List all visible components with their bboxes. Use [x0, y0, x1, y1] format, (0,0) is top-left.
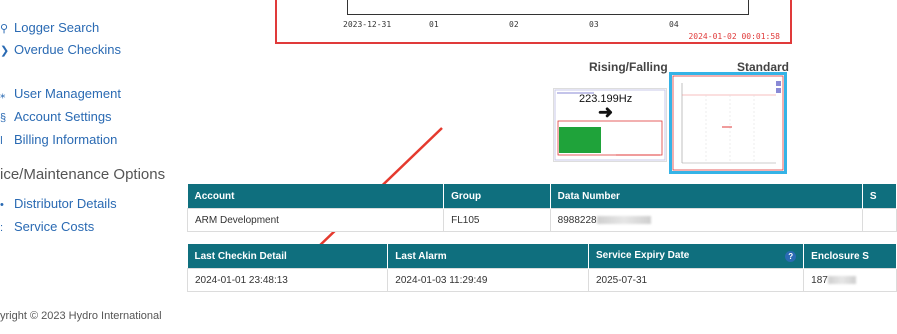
rising-falling-title: Rising/Falling — [589, 60, 668, 74]
account-table: Account Group Data Number S ARM Developm… — [186, 184, 897, 232]
sidebar-item-service-costs[interactable]: : Service Costs — [0, 219, 94, 234]
standard-preview — [672, 75, 784, 171]
sidebar-item-label: Service Costs — [14, 219, 95, 234]
search-icon: ⚲ — [0, 23, 9, 35]
data-number-value: 8988228 — [557, 214, 597, 226]
sidebar-item-overdue-checkins[interactable]: ❯ Overdue Checkins — [0, 42, 121, 57]
col-last-alarm[interactable]: Last Alarm — [387, 244, 589, 269]
tick-label: 04 — [669, 20, 679, 29]
tick-label: 01 — [429, 20, 439, 29]
distributor-icon: • — [0, 199, 4, 211]
tick-label: 02 — [509, 20, 519, 29]
sidebar-item-user-management[interactable]: ⁎ User Management — [0, 86, 121, 101]
col-account[interactable]: Account — [187, 184, 445, 209]
cell-extra — [861, 208, 897, 232]
sidebar-item-label: Account Settings — [14, 109, 112, 124]
table-header-row: Account Group Data Number S — [187, 184, 897, 209]
sidebar-item-logger-search[interactable]: ⚲ Logger Search — [0, 20, 99, 35]
service-expiry-label: Service Expiry Date — [595, 250, 690, 261]
cell-service-expiry: 2025-07-31 — [587, 268, 805, 292]
sidebar-item-label: Logger Search — [14, 20, 100, 35]
clock-icon: ❯ — [0, 45, 10, 57]
sidebar-item-label: Overdue Checkins — [14, 42, 121, 57]
table-row: ARM Development FL105 8988228 — [186, 208, 897, 232]
col-extra[interactable]: S — [862, 184, 897, 209]
billing-icon: ǀ — [0, 135, 3, 147]
sidebar-item-billing-information[interactable]: ǀ Billing Information — [0, 132, 117, 147]
sidebar-item-label: Billing Information — [14, 132, 118, 147]
settings-icon: § — [0, 112, 7, 124]
enclosure-value: 187 — [811, 274, 828, 286]
redacted-value — [596, 215, 651, 224]
tick-label: 03 — [589, 20, 599, 29]
chart-axis — [347, 0, 749, 15]
chart-panel: 2023-12-31 01 02 03 04 2024-01-02 00:01:… — [275, 0, 792, 44]
cell-enclosure: 187 — [803, 268, 897, 292]
redacted-value — [827, 275, 856, 284]
cell-last-checkin: 2024-01-01 23:48:13 — [186, 268, 389, 292]
cost-icon: : — [0, 222, 4, 234]
table-header-row: Last Checkin Detail Last Alarm Service E… — [187, 244, 897, 269]
sidebar-item-label: User Management — [14, 86, 121, 101]
col-enclosure[interactable]: Enclosure S — [803, 244, 897, 269]
section-heading: ice/Maintenance Options — [0, 166, 166, 183]
cell-group: FL105 — [443, 208, 551, 232]
help-icon[interactable]: ? — [785, 251, 797, 262]
footer-copyright: yright © 2023 Hydro International — [0, 310, 162, 322]
sidebar-item-account-settings[interactable]: § Account Settings — [0, 109, 112, 124]
col-data-number[interactable]: Data Number — [550, 184, 863, 209]
standard-thumbnail[interactable] — [669, 72, 787, 174]
col-service-expiry[interactable]: Service Expiry Date? — [588, 244, 805, 269]
col-group[interactable]: Group — [443, 184, 551, 209]
cell-data-number: 8988228 — [549, 208, 863, 232]
chart-timestamp: 2024-01-02 00:01:58 — [688, 32, 780, 41]
tick-label: 2023-12-31 — [343, 20, 392, 29]
user-icon: ⁎ — [0, 89, 6, 101]
rising-falling-thumbnail[interactable]: 223.199Hz ➜ — [553, 88, 667, 162]
sidebar-item-label: Distributor Details — [14, 196, 117, 211]
table-row: 2024-01-01 23:48:13 2024-01-03 11:29:49 … — [186, 268, 897, 292]
arrow-right-icon: ➜ — [598, 102, 614, 122]
col-last-checkin[interactable]: Last Checkin Detail — [187, 244, 389, 269]
cell-account: ARM Development — [186, 208, 445, 232]
status-table: Last Checkin Detail Last Alarm Service E… — [186, 244, 897, 292]
sidebar-item-distributor-details[interactable]: • Distributor Details — [0, 196, 117, 211]
cell-last-alarm[interactable]: 2024-01-03 11:29:49 — [387, 268, 589, 292]
